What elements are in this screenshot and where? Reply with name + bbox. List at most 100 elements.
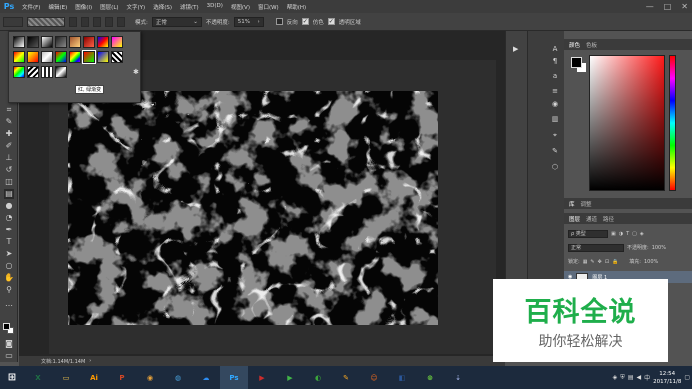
reverse-checkbox[interactable] — [275, 18, 283, 25]
gear-icon[interactable]: ✱ — [133, 68, 139, 76]
taskbar-app5-icon[interactable]: ◉ — [136, 366, 164, 389]
foreground-color-swatch[interactable] — [3, 323, 10, 330]
taskbar-browser-icon[interactable]: ◐ — [304, 366, 332, 389]
linear-gradient-button[interactable] — [69, 16, 77, 27]
taskbar-video-icon[interactable]: ▶ — [248, 366, 276, 389]
lock-position-icon[interactable]: ✥ — [598, 259, 602, 265]
taskbar-excel-icon[interactable]: X — [24, 366, 52, 389]
chevron-right-icon[interactable]: › — [89, 358, 91, 364]
taskbar-powerpoint-icon[interactable]: P — [108, 366, 136, 389]
image-canvas[interactable] — [68, 91, 438, 325]
ellipse-tool-icon[interactable]: ○ — [4, 261, 14, 271]
taskbar-app6-icon[interactable]: ◍ — [164, 366, 192, 389]
navigator-panel-icon[interactable]: ⬡ — [550, 162, 560, 172]
gradient-swatch-5[interactable] — [69, 36, 81, 48]
start-button[interactable]: ⊞ — [0, 366, 24, 389]
gradient-swatch-20[interactable] — [55, 66, 67, 78]
glyphs-panel-icon[interactable]: a — [550, 71, 560, 81]
menu-item-2[interactable]: 图像(I) — [71, 3, 96, 11]
blend-mode-select[interactable]: 正常 — [568, 243, 624, 252]
gradient-swatch-red-green[interactable] — [82, 50, 96, 64]
eraser-tool-icon[interactable]: ◫ — [4, 177, 14, 187]
taskbar-app14-icon[interactable]: ◧ — [388, 366, 416, 389]
diamond-gradient-button[interactable] — [117, 16, 125, 27]
taskbar-app16-icon[interactable]: ⇣ — [444, 366, 472, 389]
taskbar-play-icon[interactable]: ▶ — [276, 366, 304, 389]
layer-opacity-value[interactable]: 100% — [652, 245, 666, 251]
brush-tool-icon[interactable]: ✐ — [4, 141, 14, 151]
properties-panel-icon[interactable]: ▥ — [550, 114, 560, 124]
info-panel-icon[interactable]: ✎ — [550, 146, 560, 156]
tray-shield-icon[interactable]: ⛨ — [620, 374, 625, 382]
filter-adjustment-icon[interactable]: ◑ — [619, 231, 623, 237]
gradient-swatch-19[interactable] — [41, 66, 53, 78]
clone-stamp-tool-icon[interactable]: ⊥ — [4, 153, 14, 163]
crop-tool-icon[interactable]: ⌗ — [4, 105, 14, 115]
fill-value[interactable]: 100% — [644, 259, 658, 265]
dither-checkbox[interactable]: ✓ — [301, 18, 309, 25]
clock[interactable]: 12:54 2017/11/8 — [653, 370, 681, 386]
radial-gradient-button[interactable] — [81, 16, 89, 27]
gradient-swatch-17[interactable] — [13, 66, 25, 78]
gradient-swatch-3[interactable] — [41, 36, 53, 48]
type-tool-icon[interactable]: T — [4, 237, 14, 247]
more-tools-icon[interactable]: … — [4, 299, 14, 309]
taskbar-app13-icon[interactable]: ☺ — [360, 366, 388, 389]
gradient-tool-icon[interactable]: ▤ — [4, 189, 14, 199]
filter-smart-icon[interactable]: ◈ — [640, 231, 644, 237]
menu-item-8[interactable]: 视图(V) — [227, 3, 254, 11]
reflected-gradient-button[interactable] — [105, 16, 113, 27]
gradient-swatch-2[interactable] — [27, 36, 39, 48]
panel-foreground-swatch[interactable] — [571, 57, 582, 68]
tray-input-icon[interactable]: 中 — [644, 373, 650, 382]
gradient-swatch-7[interactable] — [97, 36, 109, 48]
layer-kind-select[interactable]: ρ 类型 — [568, 229, 608, 238]
angle-gradient-button[interactable] — [93, 16, 101, 27]
tool-preset-picker[interactable] — [3, 16, 23, 27]
filter-pixel-icon[interactable]: ▣ — [611, 231, 616, 237]
taskbar-rss-icon[interactable]: ⊚ — [416, 366, 444, 389]
menu-item-6[interactable]: 滤镜(T) — [176, 3, 203, 11]
notification-icon[interactable]: ▢ — [684, 374, 690, 381]
tray-network-icon[interactable]: ▤ — [628, 374, 634, 381]
filter-shape-icon[interactable]: ▢ — [632, 231, 637, 237]
styles-panel-icon[interactable]: ≡ — [550, 86, 560, 96]
tab-paths[interactable]: 路径 — [603, 215, 614, 223]
menu-item-10[interactable]: 帮助(H) — [283, 3, 310, 11]
minimize-button[interactable]: — — [646, 2, 654, 11]
gradient-swatch-18[interactable] — [27, 66, 39, 78]
menu-item-0[interactable]: 文件(F) — [18, 3, 44, 11]
maximize-button[interactable]: □ — [664, 2, 672, 11]
tab-swatches[interactable]: 色板 — [586, 41, 597, 49]
menu-item-7[interactable]: 3D(D) — [203, 3, 227, 11]
lock-all-icon[interactable]: 🔒 — [612, 259, 618, 265]
gradient-swatch-15[interactable] — [97, 51, 109, 63]
quick-mask-icon[interactable]: ◙ — [4, 339, 14, 349]
tray-volume-icon[interactable]: ◀ — [636, 374, 641, 381]
zoom-tool-icon[interactable]: ⚲ — [4, 285, 14, 295]
gradient-swatch-12[interactable] — [55, 51, 67, 63]
gradient-swatch-8[interactable] — [111, 36, 123, 48]
healing-brush-tool-icon[interactable]: ✚ — [4, 129, 14, 139]
gradient-swatch-4[interactable] — [55, 36, 67, 48]
gradient-swatch-13[interactable] — [69, 51, 81, 63]
menu-item-5[interactable]: 选择(S) — [149, 3, 176, 11]
gradient-preview[interactable] — [27, 16, 65, 27]
lock-image-icon[interactable]: ✎ — [590, 259, 594, 265]
taskbar-illustrator-icon[interactable]: Ai — [80, 366, 108, 389]
hand-tool-icon[interactable]: ✋ — [4, 273, 14, 283]
tab-color[interactable]: 颜色 — [569, 41, 580, 49]
menu-item-4[interactable]: 文字(Y) — [123, 3, 150, 11]
gradient-swatch-11[interactable] — [41, 51, 53, 63]
tab-channels[interactable]: 通道 — [586, 215, 597, 223]
path-selection-tool-icon[interactable]: ➤ — [4, 249, 14, 259]
menu-item-3[interactable]: 图层(L) — [96, 3, 122, 11]
pen-tool-icon[interactable]: ✒ — [4, 225, 14, 235]
transparency-checkbox[interactable]: ✓ — [327, 18, 335, 25]
actions-panel-icon[interactable]: ◉ — [550, 99, 560, 109]
hue-slider[interactable] — [669, 55, 676, 191]
tab-libraries[interactable]: 库 — [569, 200, 575, 208]
gradient-swatch-16[interactable] — [111, 51, 123, 63]
screen-mode-icon[interactable]: ▭ — [4, 351, 14, 361]
lock-artboard-icon[interactable]: ⊡ — [605, 259, 609, 265]
